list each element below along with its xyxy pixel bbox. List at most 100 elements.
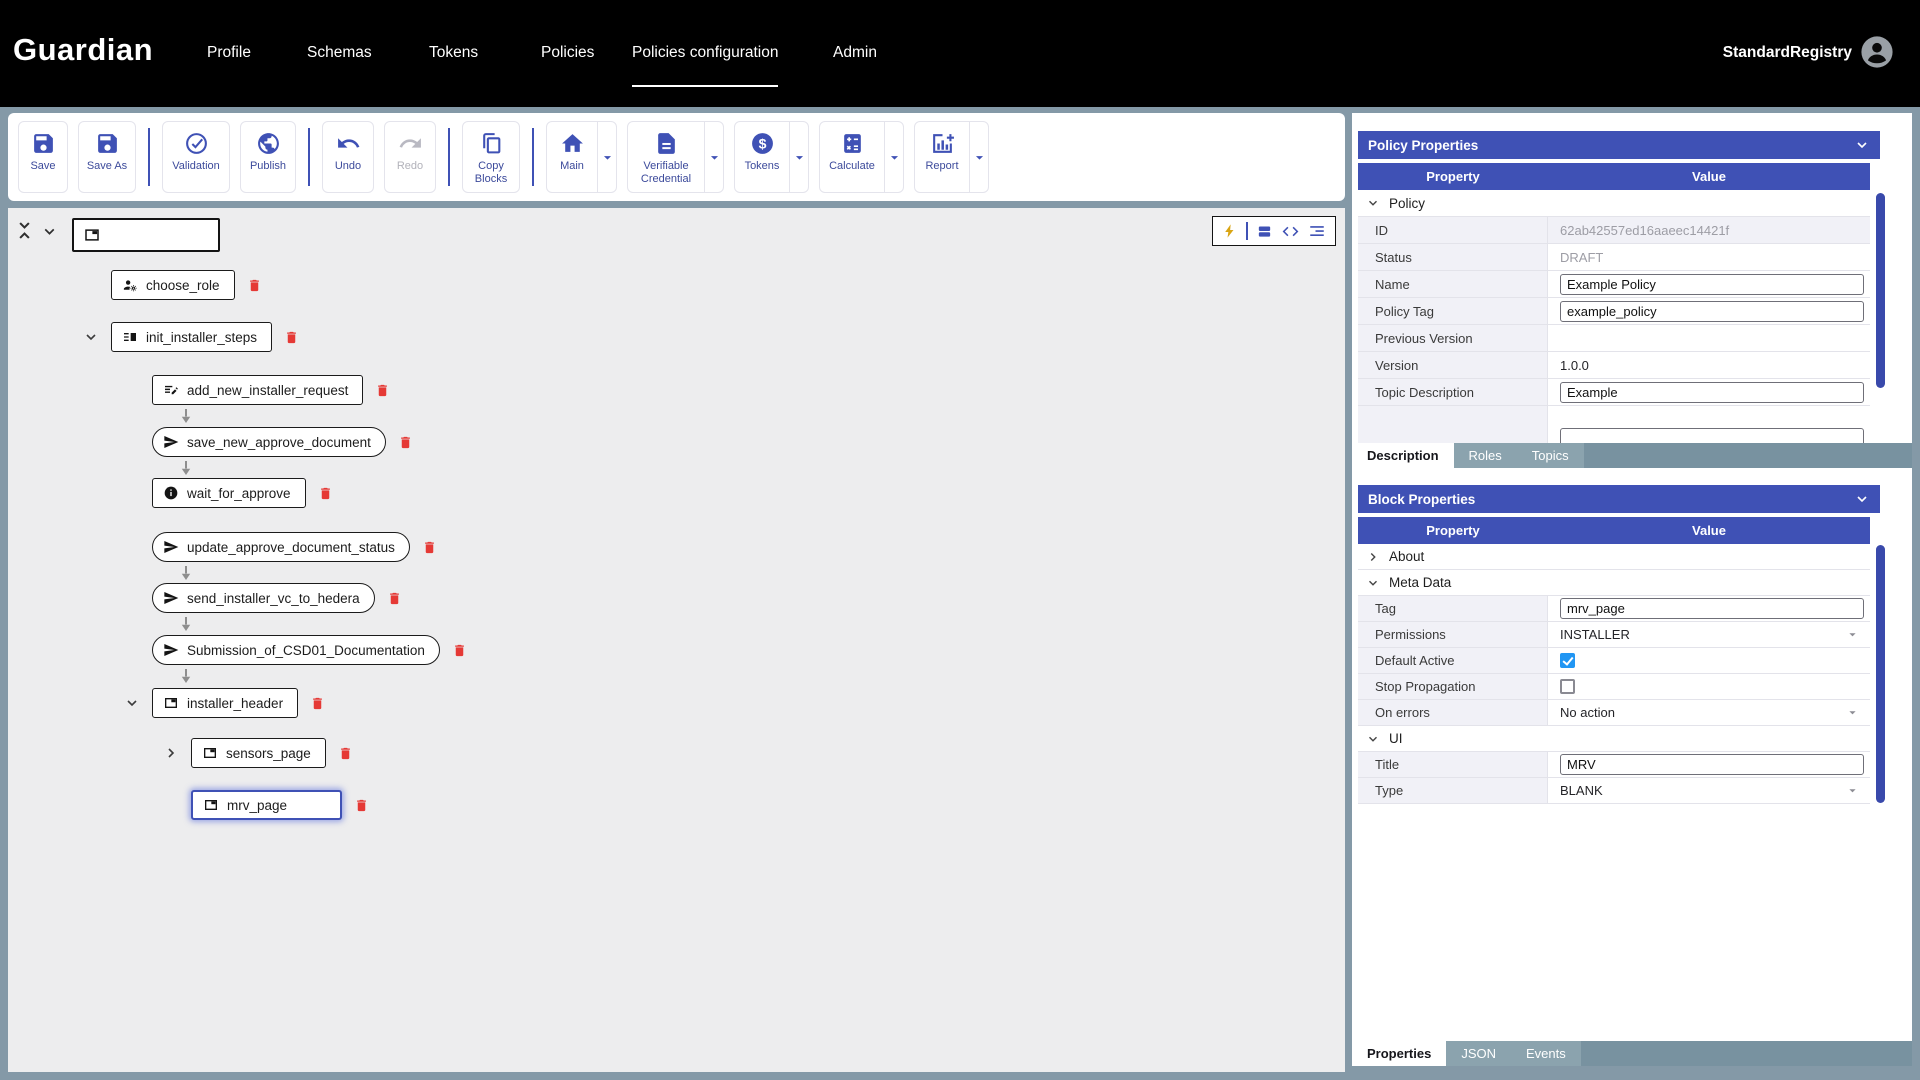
- tokens-block-button[interactable]: Tokens: [735, 122, 789, 192]
- chevron-down-icon: [1366, 576, 1380, 590]
- delete-block-icon[interactable]: [354, 797, 369, 814]
- delete-block-icon[interactable]: [310, 695, 325, 712]
- delete-block-icon[interactable]: [422, 539, 437, 556]
- nav-item-policies[interactable]: Policies: [541, 44, 594, 62]
- calculator-icon: [840, 131, 865, 156]
- permissions-select[interactable]: INSTALLER: [1548, 622, 1870, 647]
- tree-node-mrv-page: mrv_page: [191, 790, 369, 820]
- group-row-ui[interactable]: UI: [1358, 726, 1870, 752]
- toolbar-divider: [448, 128, 450, 186]
- tree-view-icon[interactable]: [1308, 222, 1326, 240]
- current-user-label: StandardRegistry: [1722, 44, 1852, 61]
- tab-roles[interactable]: Roles: [1453, 443, 1517, 468]
- canvas-view-toggles: [1212, 216, 1336, 246]
- calculate-dropdown-arrow[interactable]: [884, 122, 903, 192]
- undo-button[interactable]: Undo: [322, 121, 374, 193]
- report-block-button[interactable]: Report: [915, 122, 969, 192]
- block-add-new-installer-request[interactable]: add_new_installer_request: [152, 375, 364, 405]
- report-dropdown-arrow[interactable]: [969, 122, 988, 192]
- table-row-version: Version 1.0.0: [1358, 352, 1870, 379]
- delete-block-icon[interactable]: [284, 329, 299, 346]
- block-installer-header[interactable]: installer_header: [152, 688, 299, 718]
- block-send-installer-vc-to-hedera[interactable]: send_installer_vc_to_hedera: [152, 583, 375, 613]
- verifiable-credential-button[interactable]: Verifiable Credential: [628, 122, 704, 192]
- nav-item-admin[interactable]: Admin: [833, 44, 877, 62]
- nav-item-tokens[interactable]: Tokens: [429, 44, 478, 62]
- publish-button[interactable]: Publish: [240, 121, 296, 193]
- tree-node-save-new-approve-document: save_new_approve_document: [152, 427, 413, 457]
- code-view-icon[interactable]: [1281, 222, 1300, 241]
- blocks-view-icon[interactable]: [1256, 223, 1273, 240]
- copy-blocks-button[interactable]: Copy Blocks: [462, 121, 520, 193]
- block-properties-header[interactable]: Block Properties: [1358, 485, 1880, 513]
- delete-block-icon[interactable]: [452, 642, 467, 659]
- policy-id-value: 62ab42557ed16aaeec14421f: [1548, 217, 1870, 243]
- delete-block-icon[interactable]: [375, 382, 390, 399]
- dollar-circle-icon: [750, 131, 775, 156]
- report-block-group: Report: [914, 121, 989, 193]
- delete-block-icon[interactable]: [398, 434, 413, 451]
- default-active-checkbox[interactable]: [1560, 653, 1575, 668]
- delete-block-icon[interactable]: [387, 590, 402, 607]
- calculate-block-button[interactable]: Calculate: [820, 122, 884, 192]
- tab-description[interactable]: Description: [1352, 443, 1454, 468]
- verifiable-credential-dropdown-arrow[interactable]: [704, 122, 723, 192]
- main-block-button[interactable]: Main: [547, 122, 597, 192]
- block-init-installer-steps[interactable]: init_installer_steps: [111, 322, 273, 352]
- ui-type-select[interactable]: BLANK: [1548, 778, 1870, 803]
- info-icon: [163, 485, 179, 501]
- block-sensors-page[interactable]: sensors_page: [191, 738, 326, 768]
- lightning-bolt-icon[interactable]: [1222, 223, 1238, 239]
- send-icon: [163, 539, 179, 555]
- topic-description-input[interactable]: [1560, 381, 1864, 403]
- table-row-topic-description: Topic Description: [1358, 379, 1870, 406]
- root-block-node[interactable]: [72, 218, 220, 252]
- page-icon: [163, 695, 179, 711]
- group-row-meta-data[interactable]: Meta Data: [1358, 570, 1870, 596]
- flow-arrow-icon: [180, 461, 192, 475]
- chevron-down-icon[interactable]: [83, 329, 99, 345]
- chevron-right-icon[interactable]: [163, 745, 179, 761]
- nav-item-schemas[interactable]: Schemas: [307, 44, 372, 62]
- save-button[interactable]: Save: [18, 121, 68, 193]
- nav-item-policies-configuration[interactable]: Policies configuration: [632, 44, 779, 87]
- tab-events[interactable]: Events: [1510, 1041, 1581, 1066]
- root-expander-chevron-down-icon[interactable]: [41, 223, 58, 240]
- clipped-input[interactable]: [1560, 427, 1864, 443]
- block-save-new-approve-document[interactable]: save_new_approve_document: [152, 427, 386, 457]
- collapse-all-icon[interactable]: [14, 220, 35, 241]
- policy-name-input[interactable]: [1560, 273, 1864, 295]
- tokens-dropdown-arrow[interactable]: [789, 122, 808, 192]
- stop-propagation-checkbox[interactable]: [1560, 679, 1575, 694]
- send-icon: [163, 434, 179, 450]
- validation-button[interactable]: Validation: [162, 121, 230, 193]
- save-as-button[interactable]: Save As: [78, 121, 136, 193]
- policy-tag-input[interactable]: [1560, 300, 1864, 322]
- ui-title-input[interactable]: [1560, 754, 1864, 775]
- user-avatar-icon[interactable]: [1860, 35, 1894, 69]
- block-table-scrollbar[interactable]: [1876, 545, 1885, 803]
- block-tag-input[interactable]: [1560, 598, 1864, 619]
- delete-block-icon[interactable]: [338, 745, 353, 762]
- policy-properties-header[interactable]: Policy Properties: [1358, 131, 1880, 159]
- tree-node-choose-role: choose_role: [111, 270, 262, 300]
- group-row-about[interactable]: About: [1358, 544, 1870, 570]
- main-dropdown-arrow[interactable]: [597, 122, 616, 192]
- block-mrv-page-selected[interactable]: mrv_page: [191, 790, 342, 820]
- tab-topics[interactable]: Topics: [1516, 443, 1584, 468]
- block-choose-role[interactable]: choose_role: [111, 270, 235, 300]
- tab-properties[interactable]: Properties: [1352, 1041, 1447, 1066]
- group-row-policy[interactable]: Policy: [1358, 190, 1870, 217]
- chevron-down-icon: [1366, 732, 1380, 746]
- block-wait-for-approve[interactable]: wait_for_approve: [152, 478, 306, 508]
- delete-block-icon[interactable]: [318, 485, 333, 502]
- block-update-approve-document-status[interactable]: update_approve_document_status: [152, 532, 410, 562]
- delete-block-icon[interactable]: [247, 277, 262, 294]
- nav-item-profile[interactable]: Profile: [207, 44, 251, 62]
- block-submission-of-csd01-documentation[interactable]: Submission_of_CSD01_Documentation: [152, 635, 440, 665]
- redo-button[interactable]: Redo: [384, 121, 436, 193]
- on-errors-select[interactable]: No action: [1548, 700, 1870, 725]
- chevron-down-icon[interactable]: [124, 695, 140, 711]
- policy-table-scrollbar[interactable]: [1876, 193, 1885, 388]
- tab-json[interactable]: JSON: [1446, 1041, 1511, 1066]
